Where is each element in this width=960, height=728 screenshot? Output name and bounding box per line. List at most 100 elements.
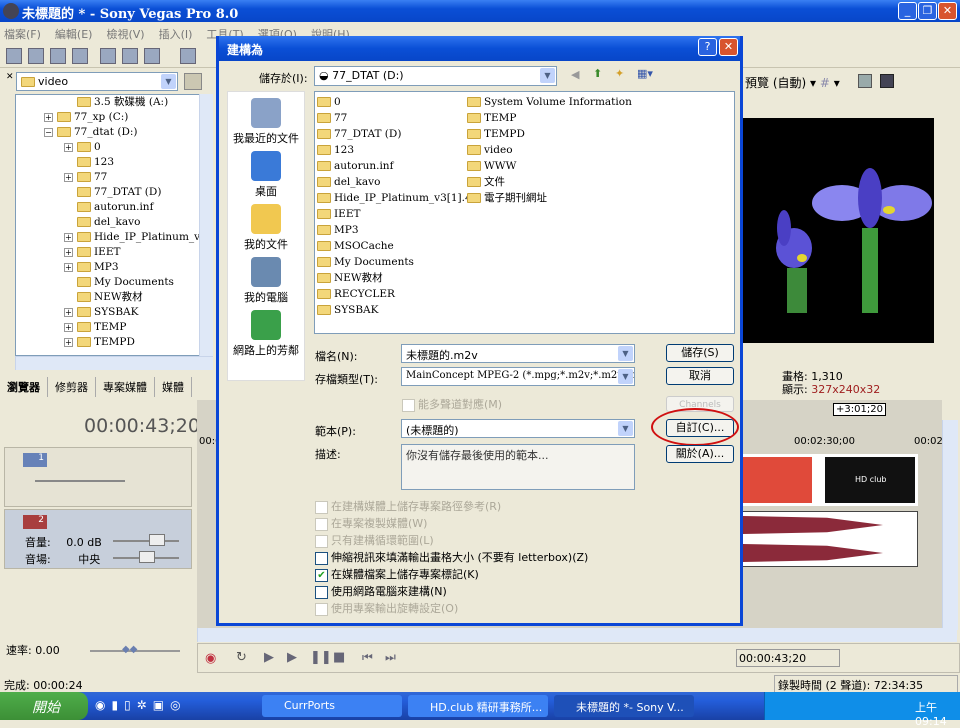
option-checkbox[interactable]: 伸縮視訊來填滿輸出畫格大小 (不要有 letterbox)(Z)	[315, 549, 588, 565]
tree-item[interactable]: + IEET	[16, 245, 200, 260]
place-item[interactable]: 我最近的文件	[228, 98, 304, 146]
task-vegas[interactable]: 未標題的 *- Sony V...	[554, 695, 694, 717]
file-item[interactable]: 123	[317, 142, 478, 158]
task-hdclub[interactable]: HD.club 精研事務所...	[408, 695, 548, 717]
tree-item[interactable]: + TEMPD	[16, 335, 200, 350]
file-item[interactable]: MP3	[317, 222, 478, 238]
tree-item[interactable]: + Hide_IP_Platinum_v3[1	[16, 230, 200, 245]
expand-icon[interactable]: +	[64, 322, 73, 332]
tab[interactable]: 瀏覽器	[0, 377, 48, 397]
tree-item[interactable]: del_kavo	[16, 215, 200, 230]
go-end-button[interactable]: ⏭	[385, 650, 396, 665]
place-item[interactable]: 桌面	[228, 151, 304, 199]
save-in-combo[interactable]: ◒ 77_DTAT (D:) ▼	[314, 66, 557, 86]
save-button[interactable]: 儲存(S)	[666, 344, 734, 362]
toolbar-icon[interactable]	[100, 48, 116, 64]
file-item[interactable]: TEMPD	[467, 126, 632, 142]
option-checkbox[interactable]: 使用專案輸出旋轉設定(O)	[315, 600, 458, 616]
file-item[interactable]: System Volume Information	[467, 94, 632, 110]
stop-button[interactable]: ■	[333, 650, 345, 665]
go-start-button[interactable]: ⏮	[362, 650, 373, 665]
video-event[interactable]: HD club	[742, 454, 918, 506]
toolbar-icon[interactable]	[28, 48, 44, 64]
tab[interactable]: 修剪器	[48, 377, 96, 397]
expand-icon[interactable]: +	[64, 337, 73, 347]
audio-event[interactable]	[742, 511, 918, 567]
tree-item[interactable]: autorun.inf	[16, 200, 200, 215]
about-button[interactable]: 關於(A)...	[666, 445, 734, 463]
save-snapshot-icon[interactable]	[880, 74, 894, 88]
file-item[interactable]: 77	[317, 110, 478, 126]
maximize-button[interactable]: ❐	[918, 2, 937, 20]
new-folder-icon[interactable]: ✦	[615, 67, 624, 80]
dialog-close-button[interactable]: ✕	[719, 38, 738, 56]
toolbar-icon[interactable]	[6, 48, 22, 64]
place-item[interactable]: 我的電腦	[228, 257, 304, 305]
start-button[interactable]: 開始	[0, 692, 88, 720]
preview-mode-dropdown[interactable]: 預覽 (自動) ▾ # ▾	[745, 74, 840, 91]
toolbar-icon[interactable]	[144, 48, 160, 64]
file-item[interactable]: Hide_IP_Platinum_v3[1].42	[317, 190, 478, 206]
file-item[interactable]: WWW	[467, 158, 632, 174]
option-checkbox[interactable]: ✔ 在媒體檔案上儲存專案標記(K)	[315, 566, 479, 582]
expand-icon[interactable]: +	[64, 262, 73, 272]
file-item[interactable]: IEET	[317, 206, 478, 222]
explorer-scrollbar[interactable]	[199, 94, 213, 356]
view-menu-icon[interactable]: ▦▾	[637, 67, 653, 80]
pause-button[interactable]: ❚❚	[310, 650, 332, 665]
tab[interactable]: 專案媒體	[96, 377, 155, 397]
file-item[interactable]: del_kavo	[317, 174, 478, 190]
explorer-tree[interactable]: 3.5 軟碟機 (A:) +77_xp (C:) −77_dtat (D:) +0 12…	[15, 94, 201, 356]
toolbar-icon[interactable]	[122, 48, 138, 64]
explorer-close-icon[interactable]: ✕	[6, 72, 14, 82]
file-item[interactable]: TEMP	[467, 110, 632, 126]
tree-item[interactable]: 77_DTAT (D)	[16, 185, 200, 200]
option-checkbox[interactable]: 在建構媒體上儲存專案路徑參考(R)	[315, 498, 501, 514]
expand-icon[interactable]: +	[64, 172, 73, 182]
expand-icon[interactable]: +	[64, 247, 73, 257]
file-list[interactable]: 0 77 77_DTAT (D) 123 autorun.inf del_kavo Hide…	[314, 91, 735, 334]
timeline-vscrollbar[interactable]	[942, 420, 958, 630]
tree-item[interactable]: +77	[16, 170, 200, 185]
file-item[interactable]: autorun.inf	[317, 158, 478, 174]
template-combo[interactable]: (未標題的) ▼	[401, 419, 635, 438]
file-item[interactable]: SYSBAK	[317, 302, 478, 318]
menu-item[interactable]: 檢視(V)	[106, 28, 144, 41]
option-checkbox[interactable]: 使用網路電腦來建構(N)	[315, 583, 447, 599]
filename-input[interactable]: 未標題的.m2v ▼	[401, 344, 635, 363]
expand-icon[interactable]: +	[64, 142, 73, 152]
file-item[interactable]: RECYCLER	[317, 286, 478, 302]
volume-slider[interactable]	[113, 534, 179, 546]
tree-item[interactable]: My Documents	[16, 275, 200, 290]
rate-slider[interactable]: ◆◆	[90, 644, 180, 655]
tree-item[interactable]: NEW教材	[16, 290, 200, 305]
menu-item[interactable]: 插入(I)	[159, 28, 193, 41]
expand-icon[interactable]: +	[64, 307, 73, 317]
tab[interactable]: 媒體	[155, 377, 192, 397]
file-item[interactable]: 0	[317, 94, 478, 110]
back-icon[interactable]: ◀	[571, 68, 579, 81]
expand-icon[interactable]: +	[64, 232, 73, 242]
toolbar-icon[interactable]	[180, 48, 196, 64]
close-button[interactable]: ✕	[938, 2, 957, 20]
play-button[interactable]: ▶	[287, 650, 297, 665]
tree-item[interactable]: 123	[16, 155, 200, 170]
filetype-combo[interactable]: MainConcept MPEG-2 (*.mpg;*.m2v;*.m2t;*.…	[401, 367, 635, 386]
file-item[interactable]: My Documents	[317, 254, 478, 270]
tree-item[interactable]: + SYSBAK	[16, 305, 200, 320]
place-item[interactable]: 我的文件	[228, 204, 304, 252]
expand-icon[interactable]: +	[44, 112, 53, 122]
menu-item[interactable]: 檔案(F)	[4, 28, 41, 41]
up-folder-icon[interactable]: ⬆	[593, 67, 602, 80]
multichannel-checkbox[interactable]: 能多聲道對應(M)	[402, 396, 502, 412]
tree-item[interactable]: +0	[16, 140, 200, 155]
minimize-button[interactable]: _	[898, 2, 917, 20]
tree-item[interactable]: + MP3	[16, 260, 200, 275]
file-item[interactable]: 77_DTAT (D)	[317, 126, 478, 142]
task-currports[interactable]: CurrPorts	[262, 695, 402, 717]
explorer-hscrollbar[interactable]	[15, 356, 213, 370]
expand-icon[interactable]: −	[44, 127, 53, 137]
tree-item[interactable]: − 77_dtat (D:)	[16, 125, 200, 140]
cancel-button[interactable]: 取消	[666, 367, 734, 385]
loop-button[interactable]: ↻	[236, 650, 247, 665]
